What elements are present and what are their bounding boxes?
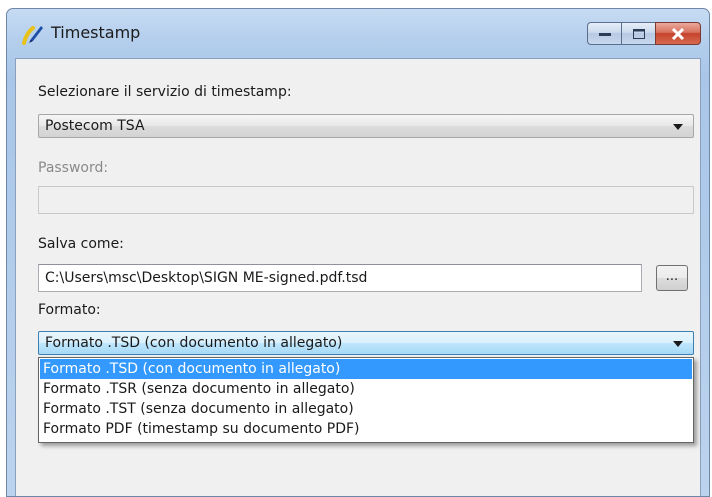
minimize-button[interactable] (587, 22, 621, 45)
caption-buttons (587, 22, 701, 46)
title-bar[interactable]: Timestamp (7, 9, 709, 57)
window-title: Timestamp (51, 23, 141, 42)
service-label: Selezionare il servizio di timestamp: (38, 84, 292, 100)
format-select-value: Formato .TSD (con documento in allegato) (45, 335, 343, 351)
chevron-down-icon (673, 341, 683, 347)
save-as-path-field[interactable]: C:\Users\msc\Desktop\SIGN ME-signed.pdf.… (38, 264, 642, 292)
password-field[interactable] (38, 186, 694, 214)
minimize-icon (598, 32, 611, 36)
browse-button[interactable]: ... (656, 265, 688, 291)
format-option[interactable]: Formato .TSR (senza documento in allegat… (40, 379, 692, 399)
save-as-label: Salva come: (38, 236, 124, 252)
pen-icon (22, 26, 43, 45)
format-option[interactable]: Formato PDF (timestamp su documento PDF) (40, 419, 692, 439)
format-dropdown-list: Formato .TSD (con documento in allegato)… (38, 357, 694, 443)
browse-button-label: ... (665, 269, 679, 284)
close-icon (671, 27, 685, 40)
password-label: Password: (38, 160, 109, 176)
maximize-icon (632, 28, 645, 39)
service-select[interactable]: Postecom TSA (38, 114, 694, 138)
maximize-button[interactable] (621, 22, 655, 45)
format-select[interactable]: Formato .TSD (con documento in allegato) (38, 331, 694, 355)
format-option[interactable]: Formato .TSD (con documento in allegato) (40, 359, 692, 379)
close-button[interactable] (655, 22, 701, 45)
service-select-value: Postecom TSA (45, 118, 145, 134)
save-as-path-value: C:\Users\msc\Desktop\SIGN ME-signed.pdf.… (45, 270, 368, 286)
chevron-down-icon (673, 124, 683, 130)
format-label: Formato: (38, 302, 101, 318)
format-option[interactable]: Formato .TST (senza documento in allegat… (40, 399, 692, 419)
